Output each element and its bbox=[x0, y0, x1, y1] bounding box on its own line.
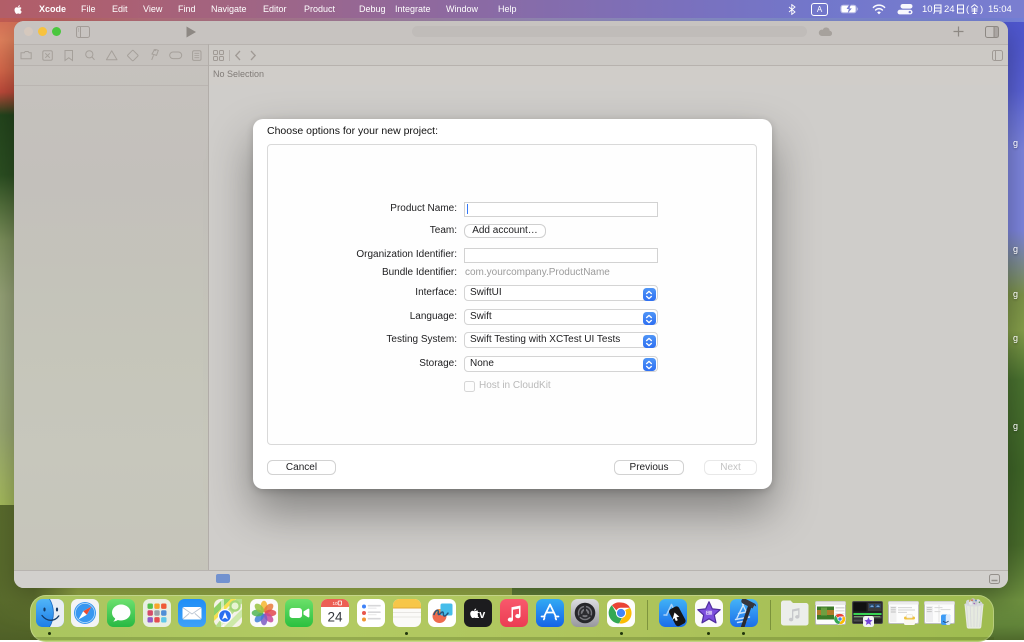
svg-text:24: 24 bbox=[327, 610, 343, 625]
svg-text:10: 10 bbox=[332, 601, 338, 606]
